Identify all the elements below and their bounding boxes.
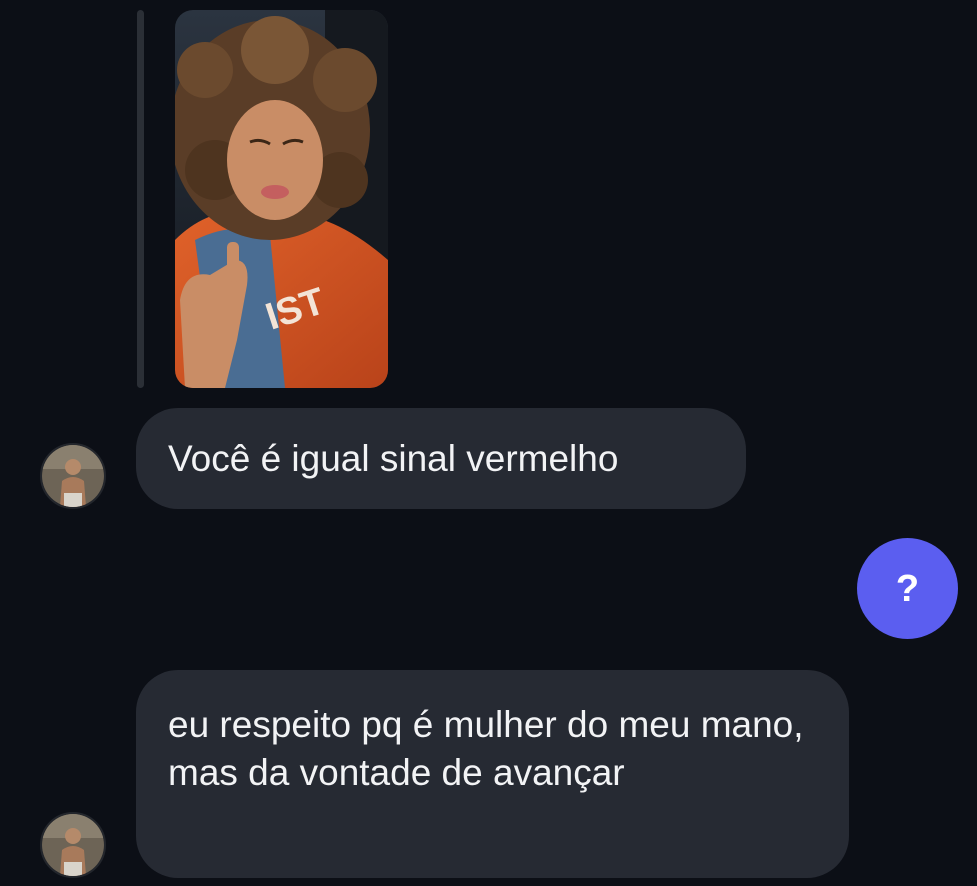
story-photo-image: IST [175,10,388,388]
message-bubble-outgoing[interactable]: ? [857,538,958,639]
contact-avatar[interactable] [40,812,106,878]
avatar-photo-icon [42,814,104,876]
message-text: ? [895,567,920,610]
message-text: Você é igual sinal vermelho [168,438,619,479]
message-text: eu respeito pq é mulher do meu mano, mas… [168,704,804,793]
message-bubble-incoming[interactable]: Você é igual sinal vermelho [136,408,746,509]
contact-avatar[interactable] [40,443,106,509]
avatar-photo-icon [42,445,104,507]
story-reply-indicator-bar [137,10,144,388]
message-bubble-incoming[interactable]: eu respeito pq é mulher do meu mano, mas… [136,670,849,878]
story-reply-photo[interactable]: IST [175,10,388,388]
